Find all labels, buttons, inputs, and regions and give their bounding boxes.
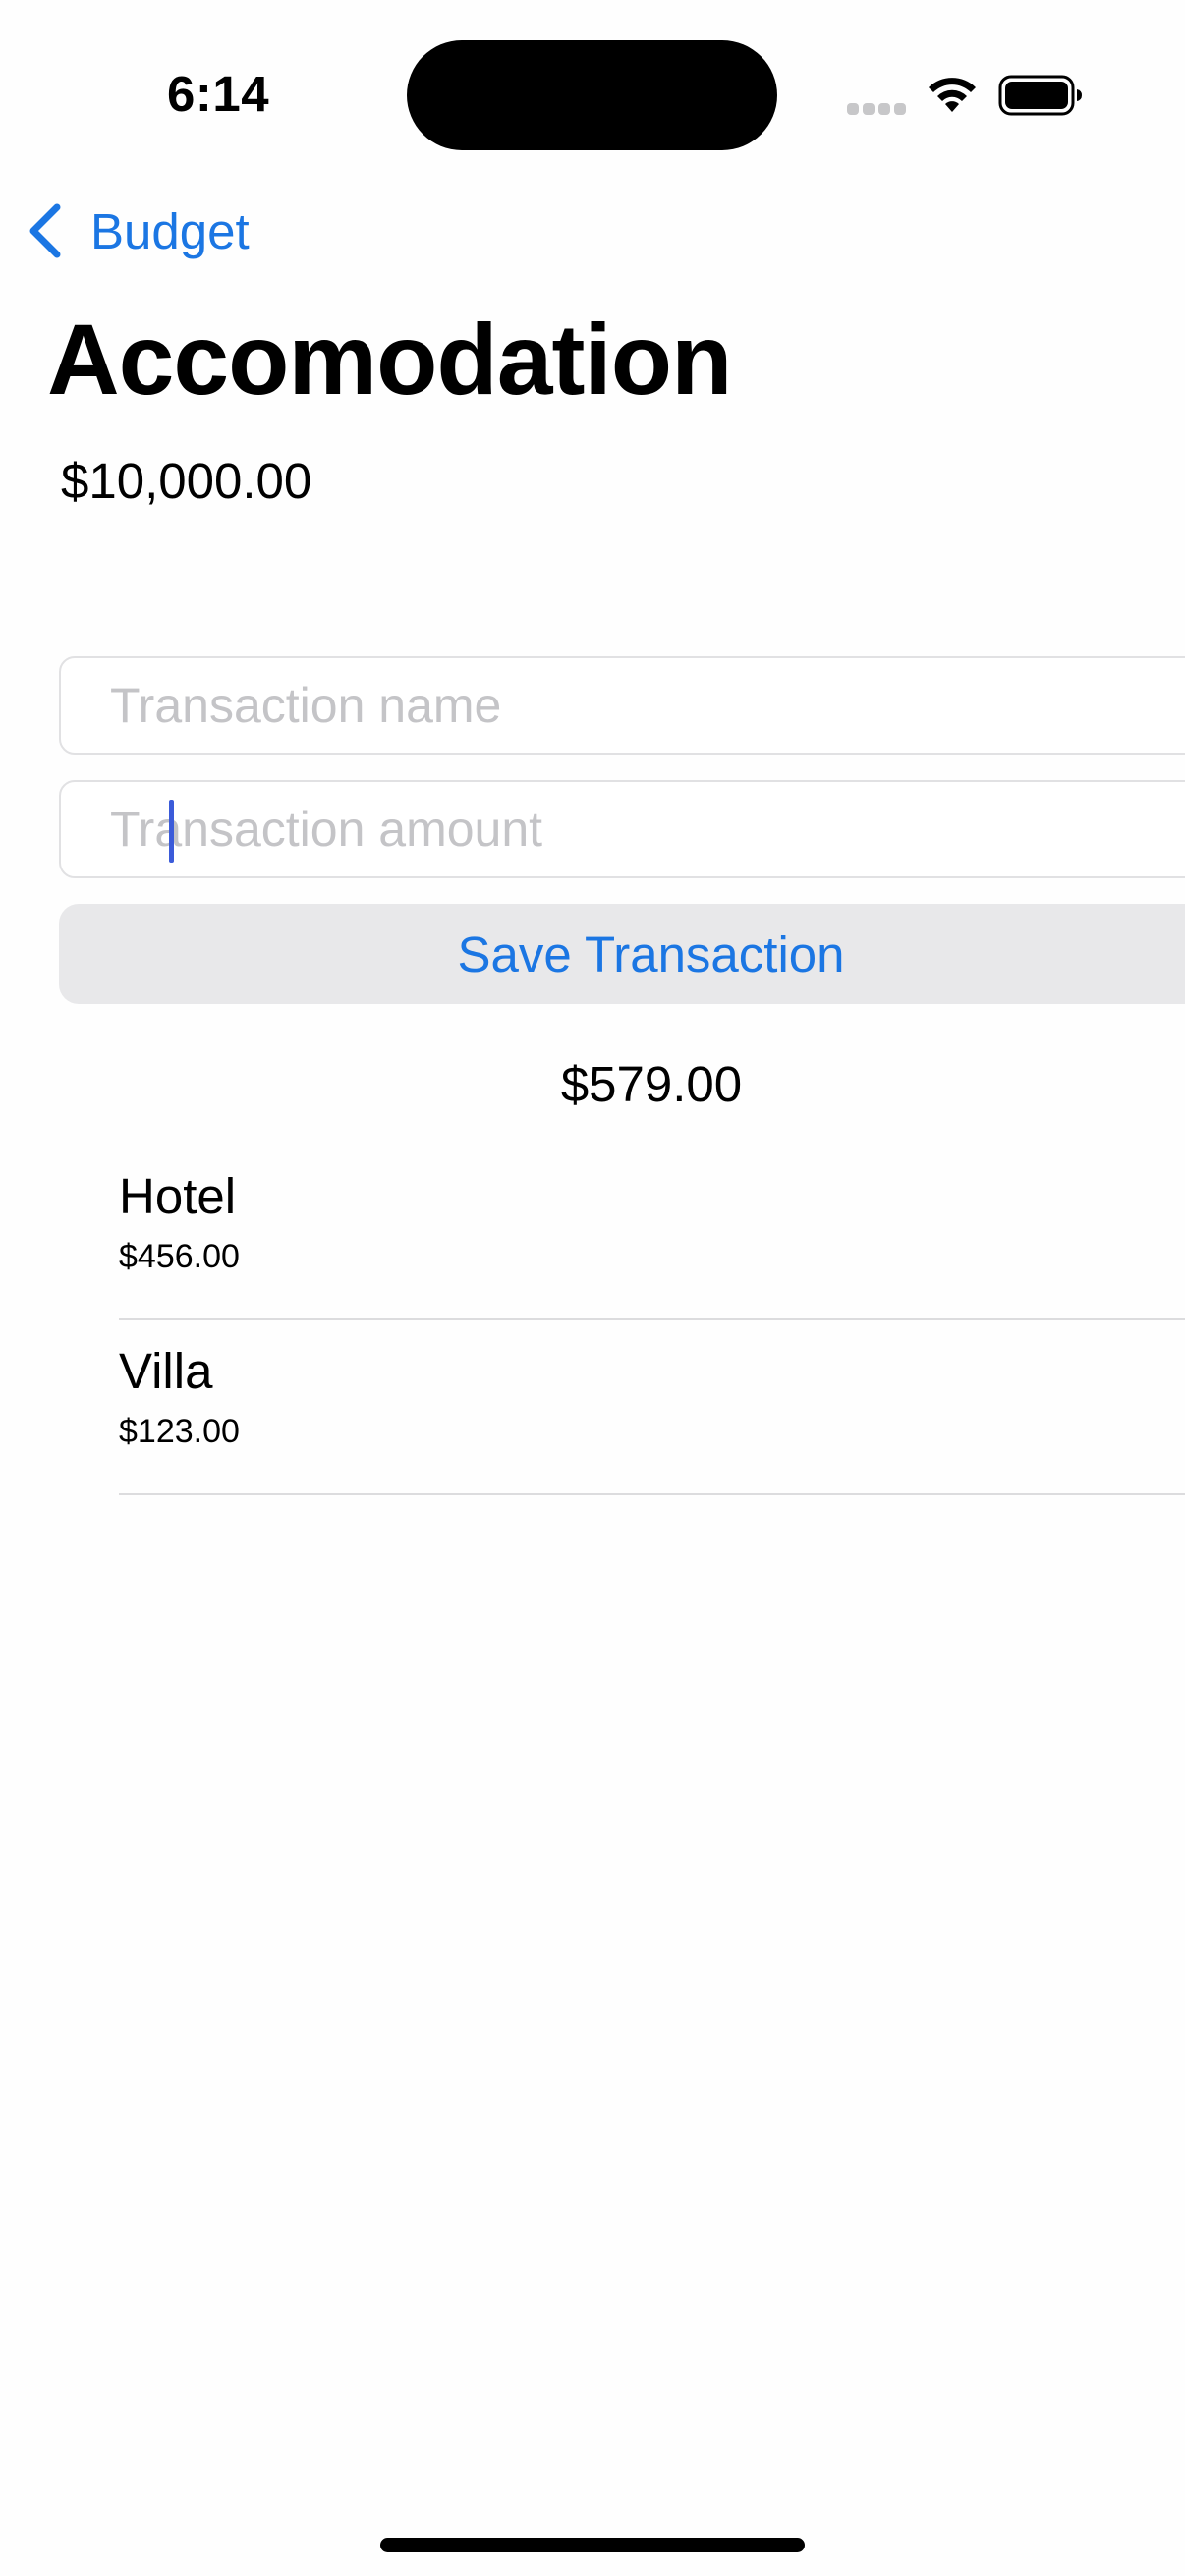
back-button[interactable]: Budget bbox=[24, 196, 250, 265]
back-button-label: Budget bbox=[90, 202, 250, 259]
chevron-left-icon bbox=[29, 203, 61, 258]
cellular-signal-icon bbox=[847, 103, 906, 115]
transaction-amount-field[interactable] bbox=[59, 780, 1185, 878]
transaction-amount: $456.00 bbox=[119, 1238, 240, 1275]
save-transaction-button[interactable]: Save Transaction bbox=[59, 904, 1185, 1004]
transaction-name: Villa bbox=[119, 1343, 213, 1399]
transaction-name: Hotel bbox=[119, 1168, 237, 1224]
transaction-amount-input[interactable] bbox=[61, 782, 1185, 876]
home-indicator[interactable] bbox=[380, 2538, 805, 2552]
dynamic-island bbox=[407, 40, 777, 150]
text-cursor bbox=[169, 800, 174, 863]
budget-amount: $10,000.00 bbox=[61, 453, 312, 509]
battery-icon bbox=[998, 75, 1082, 116]
status-time: 6:14 bbox=[167, 66, 270, 122]
wifi-icon bbox=[929, 78, 976, 112]
transaction-name-field[interactable] bbox=[59, 656, 1185, 755]
page-title: Accomodation bbox=[47, 304, 732, 416]
list-item[interactable]: Villa $123.00 bbox=[119, 1320, 1185, 1495]
list-item[interactable]: Hotel $456.00 bbox=[119, 1146, 1185, 1320]
transactions-total: $579.00 bbox=[560, 1056, 743, 1112]
transaction-amount: $123.00 bbox=[119, 1413, 240, 1450]
transactions-list: Hotel $456.00 Villa $123.00 bbox=[119, 1146, 1185, 1495]
transaction-name-input[interactable] bbox=[61, 658, 1185, 753]
